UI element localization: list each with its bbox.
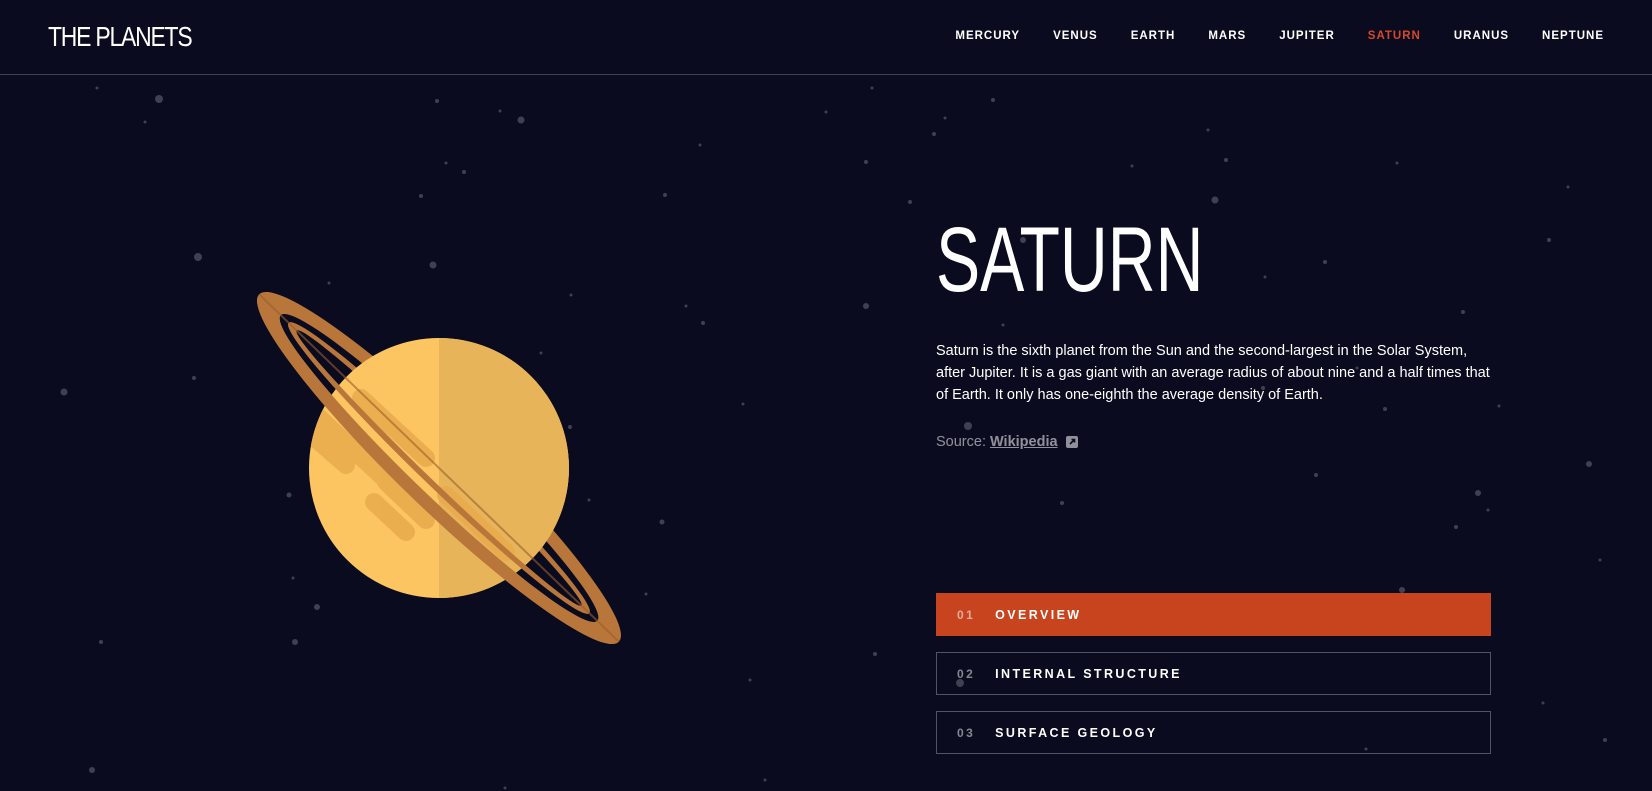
planet-description: Saturn is the sixth planet from the Sun …	[936, 343, 1490, 403]
nav-item-saturn[interactable]: SATURN	[1368, 28, 1421, 44]
nav-item-jupiter[interactable]: JUPITER	[1279, 28, 1335, 44]
planet-nav: MERCURY VENUS EARTH MARS JUPITER SATURN …	[922, 28, 1604, 44]
tab-number: 01	[957, 607, 976, 622]
source-line: Source: Wikipedia	[936, 434, 1496, 450]
tab-internal-structure[interactable]: 02 INTERNAL STRUCTURE	[936, 652, 1491, 695]
page: THE PLANETS MERCURY VENUS EARTH MARS JUP…	[0, 0, 1652, 791]
tab-label: OVERVIEW	[995, 607, 1082, 622]
nav-item-uranus[interactable]: URANUS	[1454, 28, 1509, 44]
nav-item-earth[interactable]: EARTH	[1131, 28, 1176, 44]
tab-number: 03	[957, 725, 976, 740]
source-link[interactable]: Wikipedia	[990, 434, 1058, 450]
source-prefix: Source:	[936, 434, 986, 450]
tab-number: 02	[957, 666, 976, 681]
nav-item-venus[interactable]: VENUS	[1053, 28, 1098, 44]
external-link-icon[interactable]	[1065, 436, 1078, 448]
site-header: THE PLANETS MERCURY VENUS EARTH MARS JUP…	[0, 0, 1652, 75]
nav-item-mercury[interactable]: MERCURY	[955, 28, 1020, 44]
nav-item-neptune[interactable]: NEPTUNE	[1542, 28, 1604, 44]
planet-info: SATURN Saturn is the sixth planet from t…	[936, 210, 1496, 450]
planet-title: SATURN	[936, 209, 1204, 311]
tab-label: SURFACE GEOLOGY	[995, 725, 1158, 740]
view-tabs: 01 OVERVIEW 02 INTERNAL STRUCTURE 03 SUR…	[936, 593, 1491, 770]
tab-surface-geology[interactable]: 03 SURFACE GEOLOGY	[936, 711, 1491, 754]
saturn-illustration	[236, 280, 636, 670]
tab-label: INTERNAL STRUCTURE	[995, 666, 1182, 681]
tab-overview[interactable]: 01 OVERVIEW	[936, 593, 1491, 636]
saturn-icon	[257, 291, 621, 645]
site-logo[interactable]: THE PLANETS	[48, 20, 193, 54]
nav-item-mars[interactable]: MARS	[1208, 28, 1246, 44]
